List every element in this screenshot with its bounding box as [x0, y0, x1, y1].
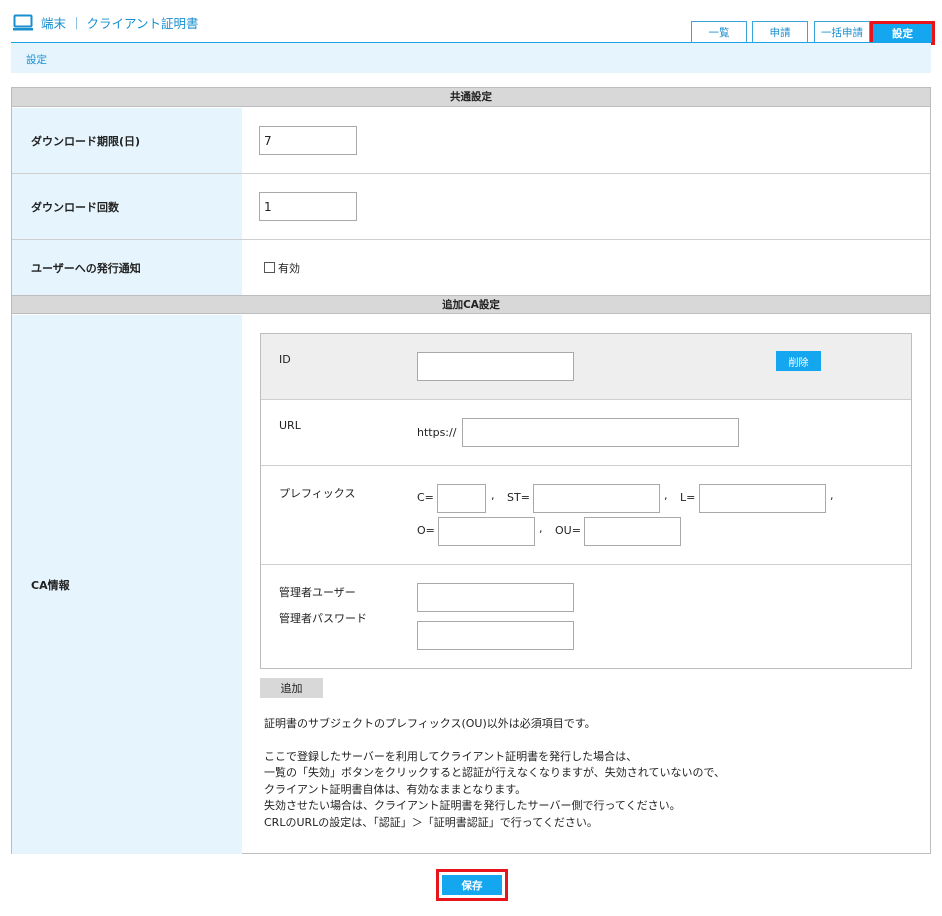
st-label: ST=	[507, 491, 530, 504]
notes: 証明書のサブジェクトのプレフィックス(OU)以外は必須項目です。 ここで登録した…	[264, 716, 725, 831]
ca-info-label: CA情報	[12, 315, 242, 854]
notify-checkbox-label: 有効	[278, 262, 300, 275]
notify-label: ユーザーへの発行通知	[12, 240, 242, 295]
ca-id-row: ID 削除	[261, 334, 911, 400]
comma-3: ,	[830, 489, 834, 502]
c-input[interactable]	[437, 484, 486, 513]
note-line: CRLのURLの設定は、「認証」＞「証明書認証」で行ってください。	[264, 815, 598, 829]
tab-apply[interactable]: 申請	[752, 21, 808, 42]
c-label: C=	[417, 491, 434, 504]
additional-ca-heading: 追加CA設定	[12, 295, 930, 314]
ca-url-row: URL https://	[261, 400, 911, 466]
ou-label: OU=	[555, 524, 581, 537]
l-input[interactable]	[699, 484, 826, 513]
page-title-text: 端末 ｜ クライアント証明書	[41, 16, 199, 31]
st-input[interactable]	[533, 484, 660, 513]
admin-password-input[interactable]	[417, 621, 574, 650]
add-button[interactable]: 追加	[260, 678, 323, 698]
ca-admin-row: 管理者ユーザー 管理者パスワード	[261, 565, 911, 668]
note-line: クライアント証明書自体は、有効なままとなります。	[264, 782, 527, 796]
download-count-input[interactable]	[259, 192, 357, 221]
l-label: L=	[680, 491, 696, 504]
note-line: ここで登録したサーバーを利用してクライアント証明書を発行した場合は、	[264, 749, 638, 763]
ca-prefix-label: プレフィックス	[279, 487, 356, 500]
admin-password-label: 管理者パスワード	[279, 612, 367, 625]
ca-id-label: ID	[279, 353, 291, 366]
note-required: 証明書のサブジェクトのプレフィックス(OU)以外は必須項目です。	[264, 717, 596, 730]
comma-4: ,	[539, 522, 543, 535]
admin-user-label: 管理者ユーザー	[279, 586, 356, 599]
ca-url-input[interactable]	[462, 418, 739, 447]
common-settings-heading: 共通設定	[12, 88, 930, 107]
admin-user-input[interactable]	[417, 583, 574, 612]
note-line: 失効させたい場合は、クライアント証明書を発行したサーバー側で行ってください。	[264, 799, 681, 812]
tab-bulk-apply[interactable]: 一括申請	[814, 21, 870, 42]
notify-checkbox[interactable]	[264, 262, 275, 273]
download-period-label: ダウンロード期限(日)	[12, 108, 242, 173]
save-button[interactable]: 保存	[442, 875, 502, 895]
comma-2: ,	[664, 489, 668, 502]
page-title: 端末 ｜ クライアント証明書	[13, 13, 198, 32]
delete-button[interactable]: 削除	[776, 351, 821, 371]
ca-settings-box: ID 削除 URL https:// プレフィックス C= , ST= , L=…	[260, 333, 912, 669]
download-count-row: ダウンロード回数	[12, 174, 930, 240]
download-period-input[interactable]	[259, 126, 357, 155]
download-count-label: ダウンロード回数	[12, 174, 242, 239]
breadcrumb: 設定	[11, 43, 931, 73]
tab-list[interactable]: 一覧	[691, 21, 747, 42]
notify-row: ユーザーへの発行通知 有効	[12, 240, 930, 295]
monitor-icon	[13, 14, 33, 30]
page-header: 端末 ｜ クライアント証明書 一覧 申請 一括申請 設定	[0, 0, 942, 45]
ca-id-input[interactable]	[417, 352, 574, 381]
comma-1: ,	[491, 489, 495, 502]
ou-input[interactable]	[584, 517, 681, 546]
settings-panel: 共通設定 ダウンロード期限(日) ダウンロード回数 ユーザーへの発行通知 有効 …	[11, 87, 931, 854]
ca-prefix-row: プレフィックス C= , ST= , L= , O= , OU=	[261, 466, 911, 565]
o-label: O=	[417, 524, 435, 537]
download-period-row: ダウンロード期限(日)	[12, 108, 930, 174]
tab-settings[interactable]: 設定	[870, 21, 935, 45]
url-prefix-text: https://	[417, 426, 457, 439]
o-input[interactable]	[438, 517, 535, 546]
save-button-frame: 保存	[436, 869, 508, 901]
ca-url-label: URL	[279, 419, 301, 432]
note-line: 一覧の「失効」ボタンをクリックすると認証が行えなくなりますが、失効されていないの…	[264, 766, 726, 779]
